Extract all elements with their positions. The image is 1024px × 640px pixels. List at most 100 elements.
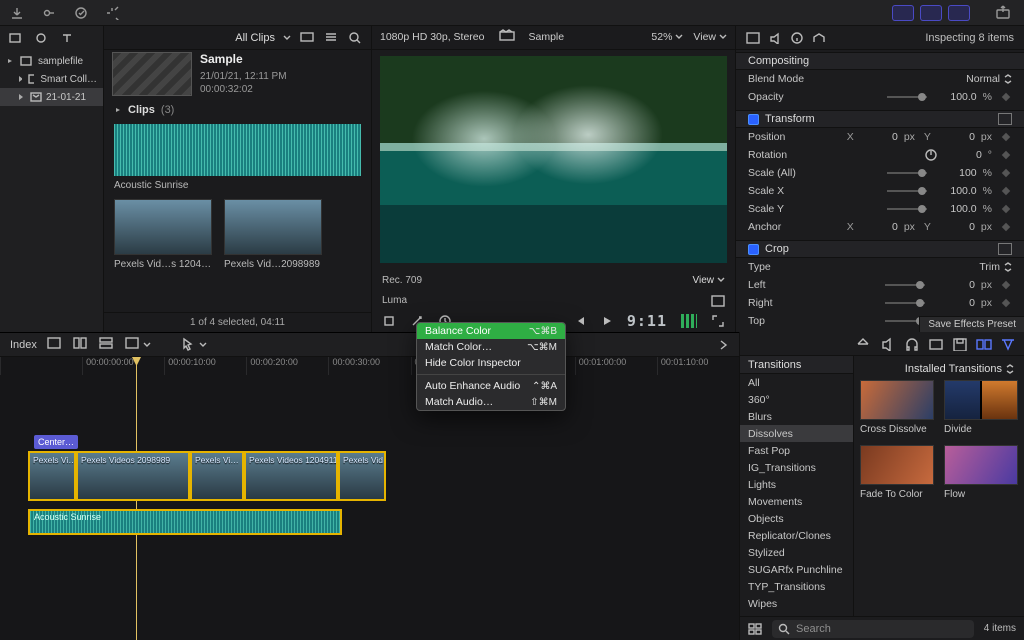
video-fx-icon[interactable] (928, 337, 944, 351)
anchor-x-value[interactable]: 0 (860, 221, 898, 233)
video-clip[interactable]: Pexels Vi… (28, 451, 76, 501)
filter-label[interactable]: All Clips (235, 32, 275, 44)
prev-frame-icon[interactable] (575, 315, 587, 327)
cat-item[interactable]: Movements (740, 493, 853, 510)
title-clip[interactable]: Center… (34, 435, 78, 449)
video-tab-icon[interactable] (746, 32, 760, 44)
menu-auto-enhance-audio[interactable]: Auto Enhance Audio⌃⌘A (417, 378, 565, 394)
anchor-y-value[interactable]: 0 (937, 221, 975, 233)
transition-card[interactable]: Cross Dissolve (860, 380, 934, 435)
color-icon[interactable] (856, 337, 872, 351)
chip-2[interactable] (920, 5, 942, 21)
timeline-ruler[interactable]: 00:00:00:00 00:00:10:00 00:00:20:00 00:0… (0, 357, 739, 375)
bg-tasks-icon[interactable] (72, 4, 90, 22)
scalex-value[interactable]: 100.0 (939, 185, 977, 197)
library-tab-icon[interactable] (6, 29, 24, 47)
scaleall-slider[interactable] (887, 172, 927, 174)
pos-y-value[interactable]: 0 (937, 131, 975, 143)
scalex-slider[interactable] (887, 190, 927, 192)
tl-layout-2-icon[interactable] (73, 337, 89, 353)
headphones-icon[interactable] (904, 337, 920, 351)
cat-item[interactable]: Blurs (740, 408, 853, 425)
cat-item[interactable]: TYP_Transitions (740, 578, 853, 595)
crop-right-slider[interactable] (885, 302, 925, 304)
viewer-canvas[interactable] (380, 56, 727, 264)
keyframe-icon[interactable] (1000, 91, 1012, 103)
cat-item[interactable]: 360° (740, 391, 853, 408)
info-tab-icon[interactable] (790, 32, 804, 44)
transition-card[interactable]: Flow (944, 445, 1018, 500)
keyframe-icon[interactable] (1000, 221, 1012, 233)
audio-fx-icon[interactable] (880, 337, 896, 351)
tool-select[interactable] (181, 337, 207, 353)
cat-item[interactable]: SUGARfx Punchline (740, 561, 853, 578)
keyframe-icon[interactable] (1000, 149, 1012, 161)
menu-match-color[interactable]: Match Color…⌥⌘M (417, 339, 565, 355)
tl-layout-3-icon[interactable] (99, 337, 115, 353)
event-row[interactable]: 21-01-21 (0, 88, 103, 106)
video-clip[interactable]: Pexels Videos 2098989 (76, 451, 190, 501)
chip-3[interactable] (948, 5, 970, 21)
clip-thumb-1[interactable]: Pexels Vid…s 1204911 (114, 199, 212, 270)
scaleall-value[interactable]: 100 (939, 167, 977, 179)
effects-search[interactable]: Search (772, 620, 974, 638)
blend-mode-select[interactable]: Normal (966, 73, 1012, 85)
clip-thumb-2[interactable]: Pexels Vid…2098989 (224, 199, 322, 270)
project-hero[interactable]: Sample 21/01/21, 12:11 PM 00:00:32:02 (104, 50, 371, 98)
audio-tab-icon[interactable] (768, 32, 782, 44)
rotation-value[interactable]: 0 (944, 149, 982, 161)
pos-x-value[interactable]: 0 (860, 131, 898, 143)
transition-card[interactable]: Fade To Color (860, 445, 934, 500)
save-effects-button[interactable]: Save Effects Preset (919, 316, 1024, 332)
crop-checkbox[interactable] (748, 244, 759, 255)
view-select[interactable]: View (693, 31, 727, 43)
cat-item[interactable]: Replicator/Clones (740, 527, 853, 544)
keyframe-icon[interactable] (1000, 185, 1012, 197)
keyframe-icon[interactable] (1000, 297, 1012, 309)
history-fwd-icon[interactable] (717, 339, 729, 351)
menu-match-audio[interactable]: Match Audio…⇧⌘M (417, 394, 565, 410)
share-icon[interactable] (994, 4, 1016, 22)
transform-onscreen-icon[interactable] (998, 113, 1012, 125)
video-clip[interactable]: Pexels Vid… (338, 451, 386, 501)
cat-item[interactable]: Dissolves (740, 425, 853, 442)
titles-tab-icon[interactable] (58, 29, 76, 47)
rotation-dial-icon[interactable] (924, 148, 938, 162)
fullscreen-icon[interactable] (711, 314, 725, 328)
scaley-value[interactable]: 100.0 (939, 203, 977, 215)
cat-item[interactable]: All (740, 374, 853, 391)
menu-balance-color[interactable]: Balance Color⌥⌘B (417, 323, 565, 339)
scope-type[interactable]: Luma (382, 295, 407, 306)
cat-item[interactable]: Stylized (740, 544, 853, 561)
crop-right-value[interactable]: 0 (937, 297, 975, 309)
chevron-down-icon[interactable] (283, 34, 291, 42)
crop-left-value[interactable]: 0 (937, 279, 975, 291)
clip-appearance-icon[interactable] (299, 30, 315, 46)
cat-item[interactable]: Wipes (740, 595, 853, 612)
transform-checkbox[interactable] (748, 114, 759, 125)
keyframe-icon[interactable] (1000, 279, 1012, 291)
clips-section[interactable]: Clips (3) (104, 98, 371, 122)
import-icon[interactable] (8, 4, 26, 22)
connected-audio-clip[interactable]: Acoustic Sunrise (28, 509, 342, 535)
library-row[interactable]: samplefile (0, 52, 103, 70)
keyframe-icon[interactable] (1000, 131, 1012, 143)
keyframe-icon[interactable] (1000, 167, 1012, 179)
crop-header[interactable]: Crop (736, 240, 1024, 258)
keyframe-icon[interactable] (1000, 203, 1012, 215)
crop-left-slider[interactable] (885, 284, 925, 286)
crop-onscreen-icon[interactable] (998, 243, 1012, 255)
menu-hide-inspector[interactable]: Hide Color Inspector (417, 355, 565, 371)
opacity-value[interactable]: 100.0 (939, 91, 977, 103)
cat-item[interactable]: IG_Transitions (740, 459, 853, 476)
tl-appearance-select[interactable] (125, 337, 151, 353)
transition-card[interactable]: Divide (944, 380, 1018, 435)
cat-item[interactable]: Lights (740, 476, 853, 493)
audio-clip-thumb[interactable] (114, 124, 361, 176)
search-icon[interactable] (347, 30, 363, 46)
tl-layout-1-icon[interactable] (47, 337, 63, 353)
video-clip[interactable]: Pexels Vi… (190, 451, 244, 501)
photos-tab-icon[interactable] (32, 29, 50, 47)
scope-view-select[interactable]: View (693, 275, 726, 286)
chip-1[interactable] (892, 5, 914, 21)
